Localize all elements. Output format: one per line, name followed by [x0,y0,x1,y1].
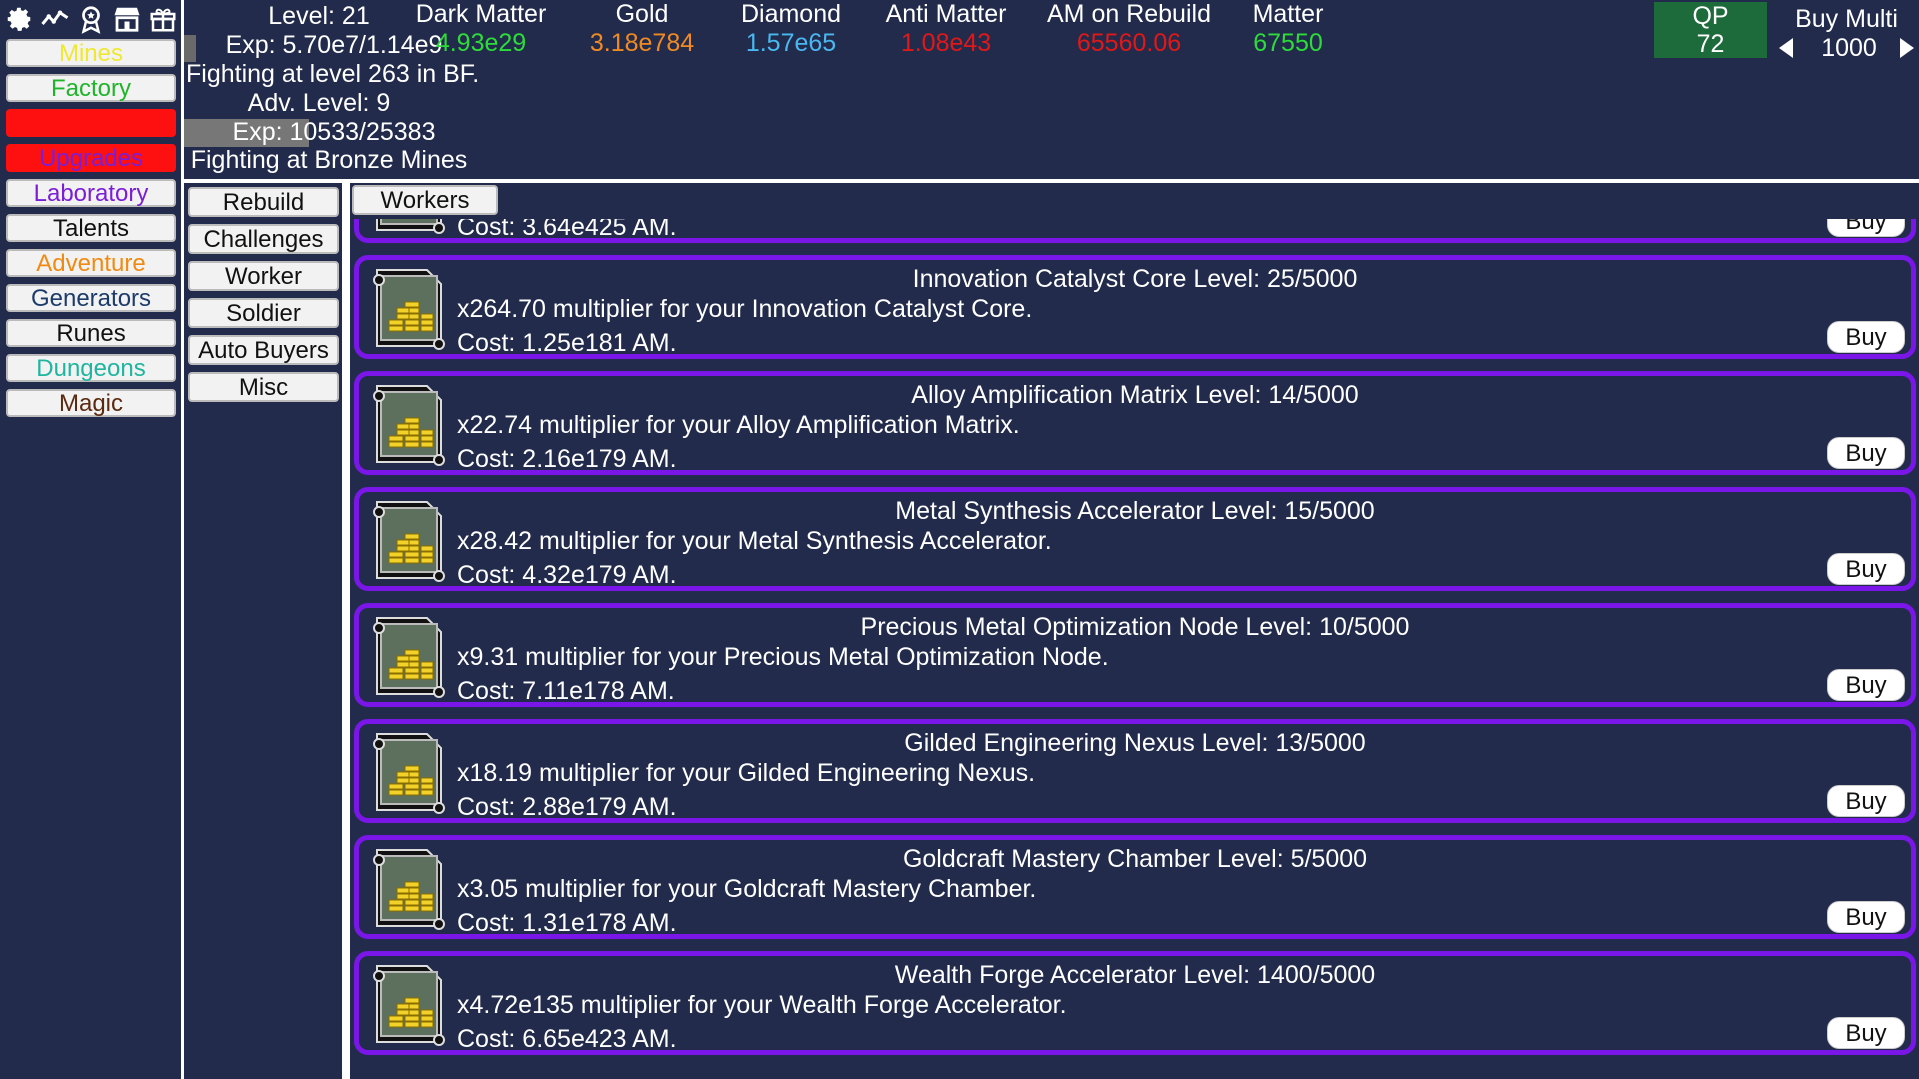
gold-coins-icon [367,960,451,1048]
gold-coins-icon [367,612,451,700]
upgrade-cost: Cost: 3.64e425 AM. [457,219,677,241]
upgrade-title: Innovation Catalyst Core Level: 25/5000 [912,265,1358,293]
gold-coins-icon [367,728,451,816]
sidebar-item-mines[interactable]: Mines [6,39,176,67]
upgrade-title: Goldcraft Mastery Chamber Level: 5/5000 [902,845,1368,873]
upgrade-desc: x3.05 multiplier for your Goldcraft Mast… [457,875,1037,903]
gear-icon[interactable] [2,2,35,35]
qp-label: QP [1692,2,1729,30]
upgrade-desc: x18.19 multiplier for your Gilded Engine… [457,759,1036,787]
stat-value: 67550 [1253,29,1323,57]
sidebar-item-dungeons[interactable]: Dungeons [6,354,176,382]
upgrade-card: Cost: 3.64e425 AM. Buy [354,219,1916,243]
submenu-rebuild[interactable]: Rebuild [188,187,339,217]
upgrade-title: Metal Synthesis Accelerator Level: 15/50… [895,497,1375,525]
submenu-worker[interactable]: Worker [188,261,339,291]
upgrade-cost: Cost: 1.31e178 AM. [457,909,677,937]
sidebar-item-adventure[interactable]: Adventure [6,249,176,277]
upgrade-list[interactable]: Cost: 3.64e425 AM. Buy Innovation Catalys… [350,219,1919,1079]
upgrade-cost: Cost: 2.16e179 AM. [457,445,677,473]
submenu-soldier[interactable]: Soldier [188,298,339,328]
buy-button[interactable]: Buy [1827,321,1905,353]
header-stats: Level: 21 Exp: 5.70e7/1.14e9 Fighting at… [184,0,1919,179]
upgrade-card: Precious Metal Optimization Node Level: … [354,603,1916,707]
shop-icon[interactable] [110,2,143,35]
gold-coins-icon [367,219,451,236]
buy-button[interactable]: Buy [1827,901,1905,933]
sidebar-item-magic[interactable]: Magic [6,389,176,417]
tab-workers[interactable]: Workers [352,185,498,215]
upgrade-desc: x9.31 multiplier for your Precious Metal… [457,643,1109,671]
gold-coins-icon [367,380,451,468]
upgrade-card: Gilded Engineering Nexus Level: 13/5000 x… [354,719,1916,823]
upgrade-desc: x22.74 multiplier for your Alloy Amplifi… [457,411,1020,439]
upgrade-desc: x4.72e135 multiplier for your Wealth For… [457,991,1067,1019]
adventure-level: Adv. Level: 9 [247,89,391,117]
qp-value: 72 [1696,30,1725,58]
submenu-misc[interactable]: Misc [188,372,339,402]
upgrade-desc: x28.42 multiplier for your Metal Synthes… [457,527,1052,555]
sidebar-item-factory[interactable]: Factory [6,74,176,102]
adventure-fighting: Fighting at Bronze Mines [190,146,468,174]
upgrade-card: Alloy Amplification Matrix Level: 14/500… [354,371,1916,475]
upgrade-title: Precious Metal Optimization Node Level: … [860,613,1410,641]
stat-matter: Matter 67550 [1188,0,1388,58]
fighting-status: Fighting at level 263 in BF. [186,60,480,88]
sidebar-item-generators[interactable]: Generators [6,284,176,312]
buy-button[interactable]: Buy [1827,785,1905,817]
top-icon-bar [0,0,181,37]
upgrade-cost: Cost: 1.25e181 AM. [457,329,677,357]
award-icon[interactable] [74,2,107,35]
buy-multi-value: 1000 [1821,34,1877,62]
gold-coins-icon [367,844,451,932]
buy-button[interactable]: Buy [1827,219,1905,237]
upgrade-cost: Cost: 6.65e423 AM. [457,1025,677,1053]
sidebar-item-laboratory[interactable]: Laboratory [6,179,176,207]
gold-coins-icon [367,496,451,584]
upgrade-card: Goldcraft Mastery Chamber Level: 5/5000 x… [354,835,1916,939]
buy-multi-decrease-icon[interactable] [1777,36,1797,60]
stat-label: Matter [1252,0,1324,28]
upgrade-desc: x264.70 multiplier for your Innovation C… [457,295,1033,323]
upgrade-card: Metal Synthesis Accelerator Level: 15/50… [354,487,1916,591]
upgrade-card: Wealth Forge Accelerator Level: 1400/500… [354,951,1916,1055]
upgrade-title: Alloy Amplification Matrix Level: 14/500… [911,381,1359,409]
gold-coins-icon [367,264,451,352]
buy-button[interactable]: Buy [1827,553,1905,585]
sidebar-item-runes[interactable]: Runes [6,319,176,347]
upgrade-cost: Cost: 4.32e179 AM. [457,561,677,589]
submenu-challenges[interactable]: Challenges [188,224,339,254]
upgrade-cost: Cost: 2.88e179 AM. [457,793,677,821]
sidebar-item-talents[interactable]: Talents [6,214,176,242]
qp-box: QP 72 [1654,2,1767,58]
chart-icon[interactable] [38,2,71,35]
buy-button[interactable]: Buy [1827,437,1905,469]
workers-panel: Workers Cost: 3.64e425 AM. Buy Innovation… [350,183,1919,1079]
buy-multi-increase-icon[interactable] [1896,36,1916,60]
buy-button[interactable]: Buy [1827,669,1905,701]
submenu-auto-buyers[interactable]: Auto Buyers [188,335,339,365]
sidebar-item-upgrades[interactable]: Upgrades [6,144,176,172]
upgrade-title: Wealth Forge Accelerator Level: 1400/500… [894,961,1376,989]
sidebar-item-blank[interactable] [6,109,176,137]
adventure-exp: Exp: 10533/25383 [232,118,436,146]
buy-button[interactable]: Buy [1827,1017,1905,1049]
upgrade-cost: Cost: 7.11e178 AM. [457,677,675,705]
sidebar: Mines Factory Upgrades Laboratory Talents Adv… [0,37,181,1079]
buy-multi-label: Buy Multi [1795,5,1898,33]
submenu: Rebuild Challenges Worker Soldier Auto Buyer… [184,183,342,1079]
stat-anti-matter: Anti Matter 1.08e43 [846,0,1046,58]
upgrade-card: Innovation Catalyst Core Level: 25/5000 x… [354,255,1916,359]
stat-value: 1.08e43 [900,29,992,57]
upgrade-title: Gilded Engineering Nexus Level: 13/5000 [904,729,1366,757]
stat-label: Anti Matter [885,0,1007,28]
gift-icon[interactable] [146,2,179,35]
